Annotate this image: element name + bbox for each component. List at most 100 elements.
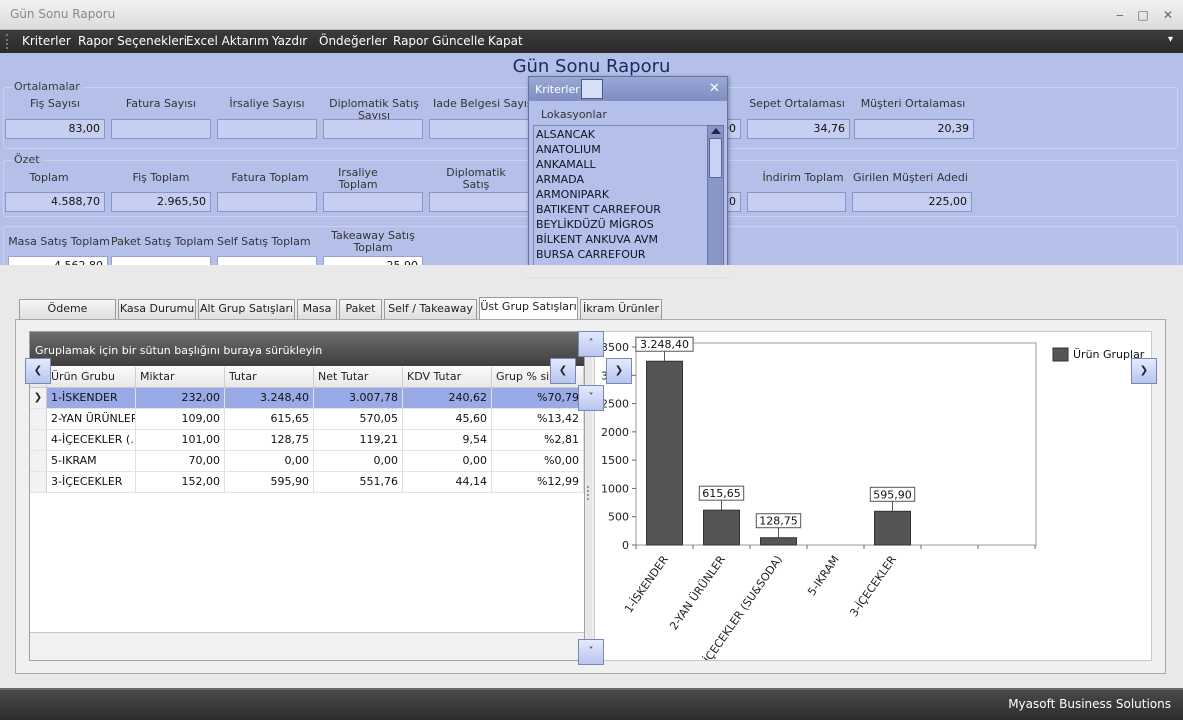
table-cell[interactable]: 9,54 xyxy=(403,430,492,451)
table-cell[interactable]: 615,65 xyxy=(225,409,314,430)
location-item[interactable]: BEYLİKDÜZÜ MİGROS xyxy=(536,217,654,232)
menu-rapor-guncelle[interactable]: Rapor Güncelle xyxy=(393,34,485,48)
menu-excel-aktarim[interactable]: Excel Aktarım xyxy=(186,34,269,48)
tab-masa[interactable]: Masa xyxy=(297,299,337,319)
row-indicator[interactable] xyxy=(30,430,47,451)
table-cell[interactable]: %0,00 xyxy=(492,451,584,472)
dock-right-icon[interactable]: ❯ xyxy=(1131,358,1157,384)
menu-kriterler[interactable]: Kriterler xyxy=(22,34,71,48)
table-cell[interactable]: %2,81 xyxy=(492,430,584,451)
location-item[interactable]: ANATOLIUM xyxy=(536,142,601,157)
location-item[interactable]: ANKAMALL xyxy=(536,157,596,172)
close-button[interactable]: ✕ xyxy=(1158,5,1178,25)
location-item[interactable]: BATIKENT CARREFOUR xyxy=(536,202,661,217)
table-cell[interactable]: 44,14 xyxy=(403,472,492,493)
table-cell[interactable]: 0,00 xyxy=(403,451,492,472)
diplomatik-satis-field[interactable] xyxy=(429,192,529,212)
girilen-musteri-adedi-field[interactable]: 225,00 xyxy=(852,192,972,212)
table-cell[interactable]: %70,79 xyxy=(492,388,584,409)
criteria-popup-header[interactable]: Kriterler ✕ xyxy=(529,77,727,101)
column-header-net-tutar[interactable]: Net Tutar xyxy=(314,367,403,388)
table-cell[interactable]: 0,00 xyxy=(225,451,314,472)
table-cell[interactable]: 152,00 xyxy=(136,472,225,493)
table-cell[interactable]: %13,42 xyxy=(492,409,584,430)
toolbar-grip-icon[interactable] xyxy=(6,34,10,49)
table-cell[interactable]: 3-İÇECEKLER xyxy=(47,472,136,493)
row-indicator[interactable] xyxy=(30,451,47,472)
tab-self-takeaway[interactable]: Self / Takeaway xyxy=(384,299,477,319)
column-header-tutar[interactable]: Tutar xyxy=(225,367,314,388)
row-indicator[interactable]: ❯ xyxy=(30,388,47,409)
table-cell[interactable]: 240,62 xyxy=(403,388,492,409)
tab-paket[interactable]: Paket xyxy=(339,299,382,319)
fis-toplam-field[interactable]: 2.965,50 xyxy=(111,192,211,212)
table-cell[interactable]: 3.248,40 xyxy=(225,388,314,409)
toplam-field[interactable]: 4.588,70 xyxy=(5,192,105,212)
criteria-popup-close-icon[interactable]: ✕ xyxy=(709,81,720,96)
column-header-kdv-tutar[interactable]: KDV Tutar xyxy=(403,367,492,388)
locations-list[interactable]: ALSANCAK ANATOLIUM ANKAMALL ARMADA ARMON… xyxy=(533,125,713,273)
table-cell[interactable]: 595,90 xyxy=(225,472,314,493)
tab-alt-grup-satislari[interactable]: Alt Grup Satışları xyxy=(198,299,295,319)
table-cell[interactable]: %12,99 xyxy=(492,472,584,493)
menu-yazdir[interactable]: Yazdır xyxy=(272,34,307,48)
table-cell[interactable]: 551,76 xyxy=(314,472,403,493)
tab-ust-grup-satislari[interactable]: Üst Grup Satışları xyxy=(479,297,578,320)
location-item[interactable]: ALSANCAK xyxy=(536,127,595,142)
fatura-toplam-field[interactable] xyxy=(217,192,317,212)
dock-center-bottom-icon[interactable]: ˅ xyxy=(578,385,604,411)
maximize-button[interactable]: □ xyxy=(1133,5,1153,25)
table-cell[interactable]: 0,00 xyxy=(314,451,403,472)
locations-scrollbar[interactable] xyxy=(707,125,724,273)
menu-rapor-secenekleri[interactable]: Rapor Seçenekleri xyxy=(78,34,187,48)
tab-ikram-urunler[interactable]: İkram Ürünler xyxy=(580,299,662,319)
indirim-toplam-field[interactable] xyxy=(747,192,846,212)
location-item[interactable]: BİLKENT ANKUVA AVM xyxy=(536,232,658,247)
menu-kapat[interactable]: Kapat xyxy=(488,34,523,48)
menu-ondegerler[interactable]: Öndeğerler xyxy=(319,34,387,48)
table-cell[interactable]: 232,00 xyxy=(136,388,225,409)
row-indicator[interactable] xyxy=(30,409,47,430)
pin-icon[interactable] xyxy=(581,79,603,99)
location-item[interactable]: ARMADA xyxy=(536,172,584,187)
table-cell[interactable]: 3.007,78 xyxy=(314,388,403,409)
scroll-up-icon[interactable] xyxy=(711,128,721,134)
tab-kasa-durumu[interactable]: Kasa Durumu xyxy=(118,299,196,319)
fis-sayisi-field[interactable]: 83,00 xyxy=(5,119,105,139)
dock-bottom-icon[interactable]: ˅ xyxy=(578,639,604,665)
table-cell[interactable]: 70,00 xyxy=(136,451,225,472)
dock-left-icon[interactable]: ❮ xyxy=(25,358,51,384)
table-cell[interactable]: 119,21 xyxy=(314,430,403,451)
splitter[interactable] xyxy=(586,331,592,661)
table-cell[interactable]: 5-IKRAM xyxy=(47,451,136,472)
table-cell[interactable]: 45,60 xyxy=(403,409,492,430)
musteri-ortalamasi-field[interactable]: 20,39 xyxy=(854,119,974,139)
table-cell[interactable]: 2-YAN ÜRÜNLER xyxy=(47,409,136,430)
irsaliye-sayisi-field[interactable] xyxy=(217,119,317,139)
table-cell[interactable]: 570,05 xyxy=(314,409,403,430)
dock-center-right-icon[interactable]: ❯ xyxy=(606,358,632,384)
irsaliye-toplam-field[interactable] xyxy=(323,192,423,212)
table-cell[interactable]: 1-İSKENDER xyxy=(47,388,136,409)
column-header-miktar[interactable]: Miktar xyxy=(136,367,225,388)
location-item[interactable]: ARMONIPARK xyxy=(536,187,609,202)
fatura-sayisi-field[interactable] xyxy=(111,119,211,139)
table-cell[interactable]: 109,00 xyxy=(136,409,225,430)
row-indicator[interactable] xyxy=(30,472,47,493)
table-cell[interactable]: 101,00 xyxy=(136,430,225,451)
location-item[interactable]: BURSA CARREFOUR xyxy=(536,247,646,262)
diplomatik-satis-sayisi-field[interactable] xyxy=(323,119,423,139)
table-cell[interactable]: 4-İÇECEKLER (... xyxy=(47,430,136,451)
splitter-grip-icon[interactable] xyxy=(587,486,590,500)
dock-top-icon[interactable]: ˄ xyxy=(578,331,604,357)
tab-odeme-ayrintilari[interactable]: Ödeme Ayrıntıları xyxy=(19,299,116,333)
table-cell[interactable]: 128,75 xyxy=(225,430,314,451)
dock-center-left-icon[interactable]: ❮ xyxy=(550,358,576,384)
column-header-urun-grubu[interactable]: Ürün Grubu xyxy=(47,367,136,388)
iade-belgesi-sayisi-field[interactable] xyxy=(429,119,529,139)
minimize-button[interactable]: ‒ xyxy=(1110,5,1130,25)
group-panel[interactable]: Gruplamak için bir sütun başlığını buray… xyxy=(30,332,584,366)
sepet-ortalamasi-field[interactable]: 34,76 xyxy=(747,119,850,139)
scroll-thumb[interactable] xyxy=(709,138,722,178)
menu-overflow-icon[interactable]: ▾ xyxy=(1168,34,1173,45)
